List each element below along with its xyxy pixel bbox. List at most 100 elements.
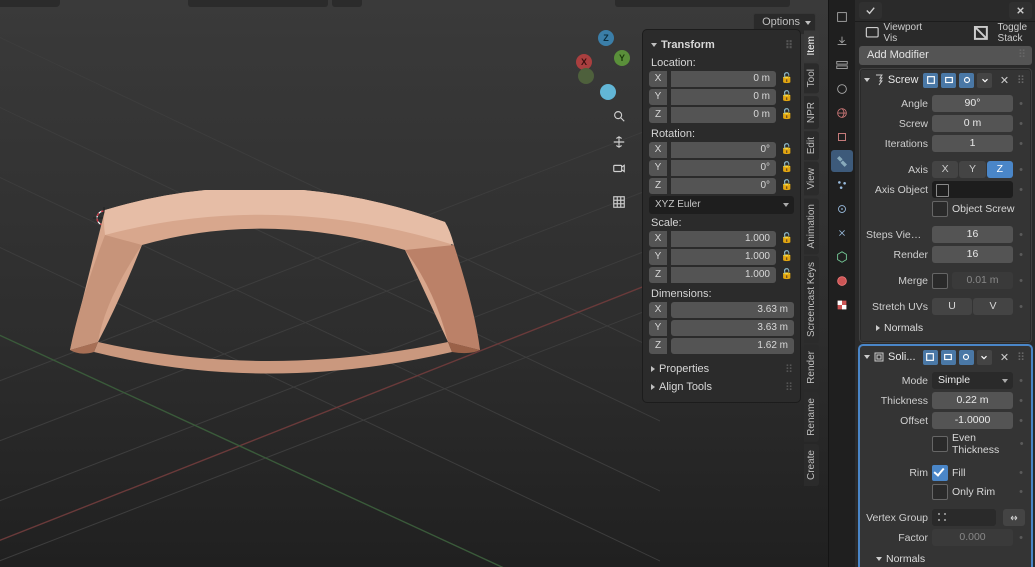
tab-item[interactable]: Item [804, 30, 819, 61]
add-modifier-button[interactable]: Add Modifier⠿ [859, 46, 1032, 65]
toggle-stack-button[interactable]: Toggle Stack [962, 24, 1032, 41]
mesh-object[interactable] [50, 190, 490, 370]
fill-checkbox[interactable] [932, 465, 948, 481]
apply-button[interactable] [859, 2, 882, 19]
tab-render-icon[interactable] [831, 6, 853, 28]
lock-icon[interactable]: 🔓 [780, 107, 794, 123]
toggle-editmode-icon[interactable] [923, 350, 938, 365]
tab-physics-icon[interactable] [831, 198, 853, 220]
toggle-realtime-icon[interactable] [941, 350, 956, 365]
dim-x[interactable]: 3.63 m [671, 302, 794, 318]
tab-texture-icon[interactable] [831, 294, 853, 316]
tab-edit[interactable]: Edit [804, 131, 819, 160]
drag-icon[interactable]: ⠿ [1017, 74, 1027, 87]
axis-y-button[interactable]: Y [959, 161, 985, 178]
axis-neg-y[interactable] [578, 68, 594, 84]
tab-view[interactable]: View [804, 162, 819, 196]
tab-object-icon[interactable] [831, 126, 853, 148]
lock-icon[interactable]: 🔓 [780, 249, 794, 265]
scale-y[interactable]: 1.000 [671, 249, 776, 265]
tab-screencast[interactable]: Screencast Keys [804, 256, 819, 343]
tab-animation[interactable]: Animation [804, 198, 819, 254]
drag-icon[interactable]: ⠿ [1017, 351, 1027, 364]
stretch-v-button[interactable]: V [973, 298, 1013, 315]
close-icon[interactable]: ✕ [997, 350, 1012, 365]
iterations-input[interactable]: 1 [932, 135, 1013, 152]
mode-select[interactable]: Simple [932, 372, 1013, 389]
tab-render[interactable]: Render [804, 345, 819, 390]
axis-z[interactable]: Z [598, 30, 614, 46]
tab-particles-icon[interactable] [831, 174, 853, 196]
toggle-realtime-icon[interactable] [941, 73, 956, 88]
move-icon[interactable] [606, 130, 632, 154]
lock-icon[interactable]: 🔓 [780, 142, 794, 158]
properties-section[interactable]: Properties⠿ [649, 360, 794, 378]
tab-viewlayer-icon[interactable] [831, 54, 853, 76]
tab-output-icon[interactable] [831, 30, 853, 52]
only-rim-checkbox[interactable] [932, 484, 948, 500]
axis-x-button[interactable]: X [932, 161, 958, 178]
axis-object-input[interactable] [932, 181, 1013, 198]
angle-input[interactable]: 90° [932, 95, 1013, 112]
transform-header[interactable]: Transform ⠿ [649, 36, 794, 54]
delete-button[interactable] [1009, 2, 1032, 19]
normals-section[interactable]: Normals [866, 318, 1025, 336]
even-thickness-checkbox[interactable] [932, 436, 948, 452]
modifier-name[interactable]: Screw [888, 74, 919, 86]
tab-rename[interactable]: Rename [804, 392, 819, 442]
toggle-render-icon[interactable] [959, 73, 974, 88]
offset-input[interactable]: -1.0000 [932, 412, 1013, 429]
rotation-mode-select[interactable]: XYZ Euler [649, 196, 794, 214]
tab-material-icon[interactable] [831, 270, 853, 292]
navigation-gizmo[interactable]: Z X Y [580, 36, 632, 88]
render-input[interactable]: 16 [932, 246, 1013, 263]
tab-modifiers-icon[interactable] [831, 150, 853, 172]
location-z[interactable]: 0 m [671, 107, 776, 123]
close-icon[interactable]: ✕ [997, 73, 1012, 88]
invert-icon[interactable] [1003, 509, 1025, 526]
lock-icon[interactable]: 🔓 [780, 160, 794, 176]
tab-data-icon[interactable] [831, 246, 853, 268]
toggle-editmode-icon[interactable] [923, 73, 938, 88]
normals-section[interactable]: Normals [866, 549, 1025, 567]
lock-icon[interactable]: 🔓 [780, 178, 794, 194]
object-screw-checkbox[interactable] [932, 201, 948, 217]
lock-icon[interactable]: 🔓 [780, 231, 794, 247]
tab-constraints-icon[interactable] [831, 222, 853, 244]
scale-x[interactable]: 1.000 [671, 231, 776, 247]
factor-input[interactable]: 0.000 [932, 529, 1013, 546]
merge-checkbox[interactable] [932, 273, 948, 289]
dropdown-icon[interactable] [977, 73, 992, 88]
tab-tool[interactable]: Tool [804, 63, 819, 93]
camera-icon[interactable] [606, 156, 632, 180]
dropdown-icon[interactable] [977, 350, 992, 365]
tab-scene-icon[interactable] [831, 78, 853, 100]
vertex-group-input[interactable] [932, 509, 996, 526]
tab-npr[interactable]: NPR [804, 96, 819, 129]
lock-icon[interactable]: 🔓 [780, 89, 794, 105]
toggle-render-icon[interactable] [959, 350, 974, 365]
modifier-header[interactable]: Screw ✕ ⠿ [860, 69, 1031, 91]
dim-z[interactable]: 1.62 m [671, 338, 794, 354]
rotation-z[interactable]: 0° [671, 178, 776, 194]
modifier-header[interactable]: Soli... ✕ ⠿ [860, 346, 1031, 368]
tab-world-icon[interactable] [831, 102, 853, 124]
lock-icon[interactable]: 🔓 [780, 71, 794, 87]
viewport-vis-button[interactable]: Viewport Vis [859, 24, 927, 41]
dim-y[interactable]: 3.63 m [671, 320, 794, 336]
merge-dist-input[interactable]: 0.01 m [952, 272, 1013, 289]
location-y[interactable]: 0 m [671, 89, 776, 105]
stretch-u-button[interactable]: U [932, 298, 972, 315]
align-tools-section[interactable]: Align Tools⠿ [649, 378, 794, 396]
grid-icon[interactable] [606, 190, 632, 214]
axis-z-button[interactable]: Z [987, 161, 1013, 178]
rotation-x[interactable]: 0° [671, 142, 776, 158]
screw-input[interactable]: 0 m [932, 115, 1013, 132]
zoom-icon[interactable] [606, 104, 632, 128]
axis-neg-z[interactable] [600, 84, 616, 100]
modifier-name[interactable]: Soli... [888, 351, 916, 363]
drag-icon[interactable]: ⠿ [1018, 46, 1028, 65]
panel-drag-icon[interactable]: ⠿ [785, 39, 794, 52]
axis-y[interactable]: Y [614, 50, 630, 66]
tab-create[interactable]: Create [804, 444, 819, 486]
